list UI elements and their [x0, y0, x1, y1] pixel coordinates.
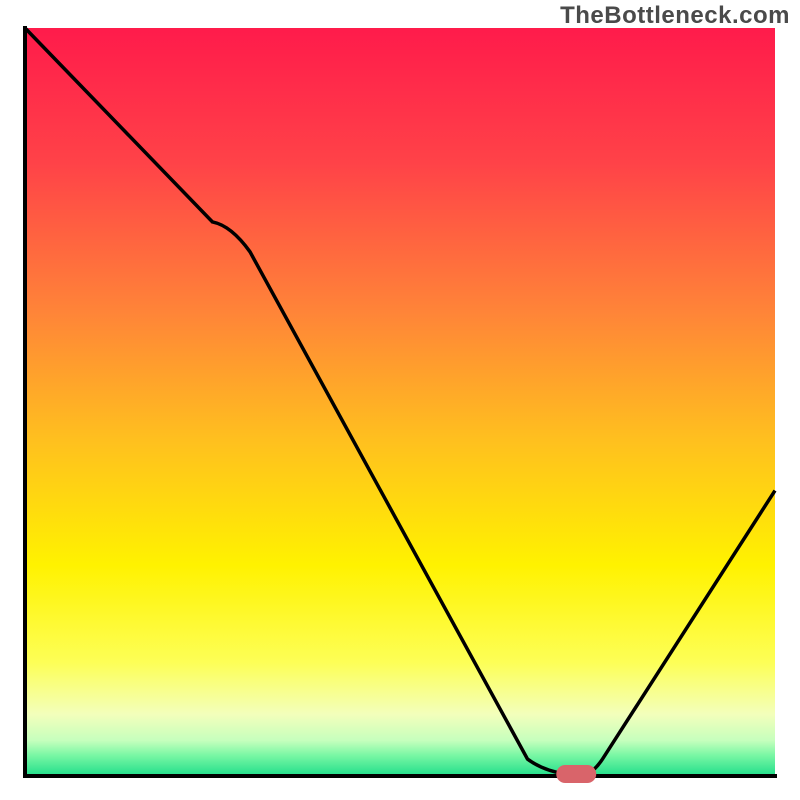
plot-background [25, 28, 775, 774]
bottleneck-chart [0, 0, 800, 800]
optimal-point-marker [556, 765, 596, 783]
watermark-text: TheBottleneck.com [560, 2, 790, 30]
